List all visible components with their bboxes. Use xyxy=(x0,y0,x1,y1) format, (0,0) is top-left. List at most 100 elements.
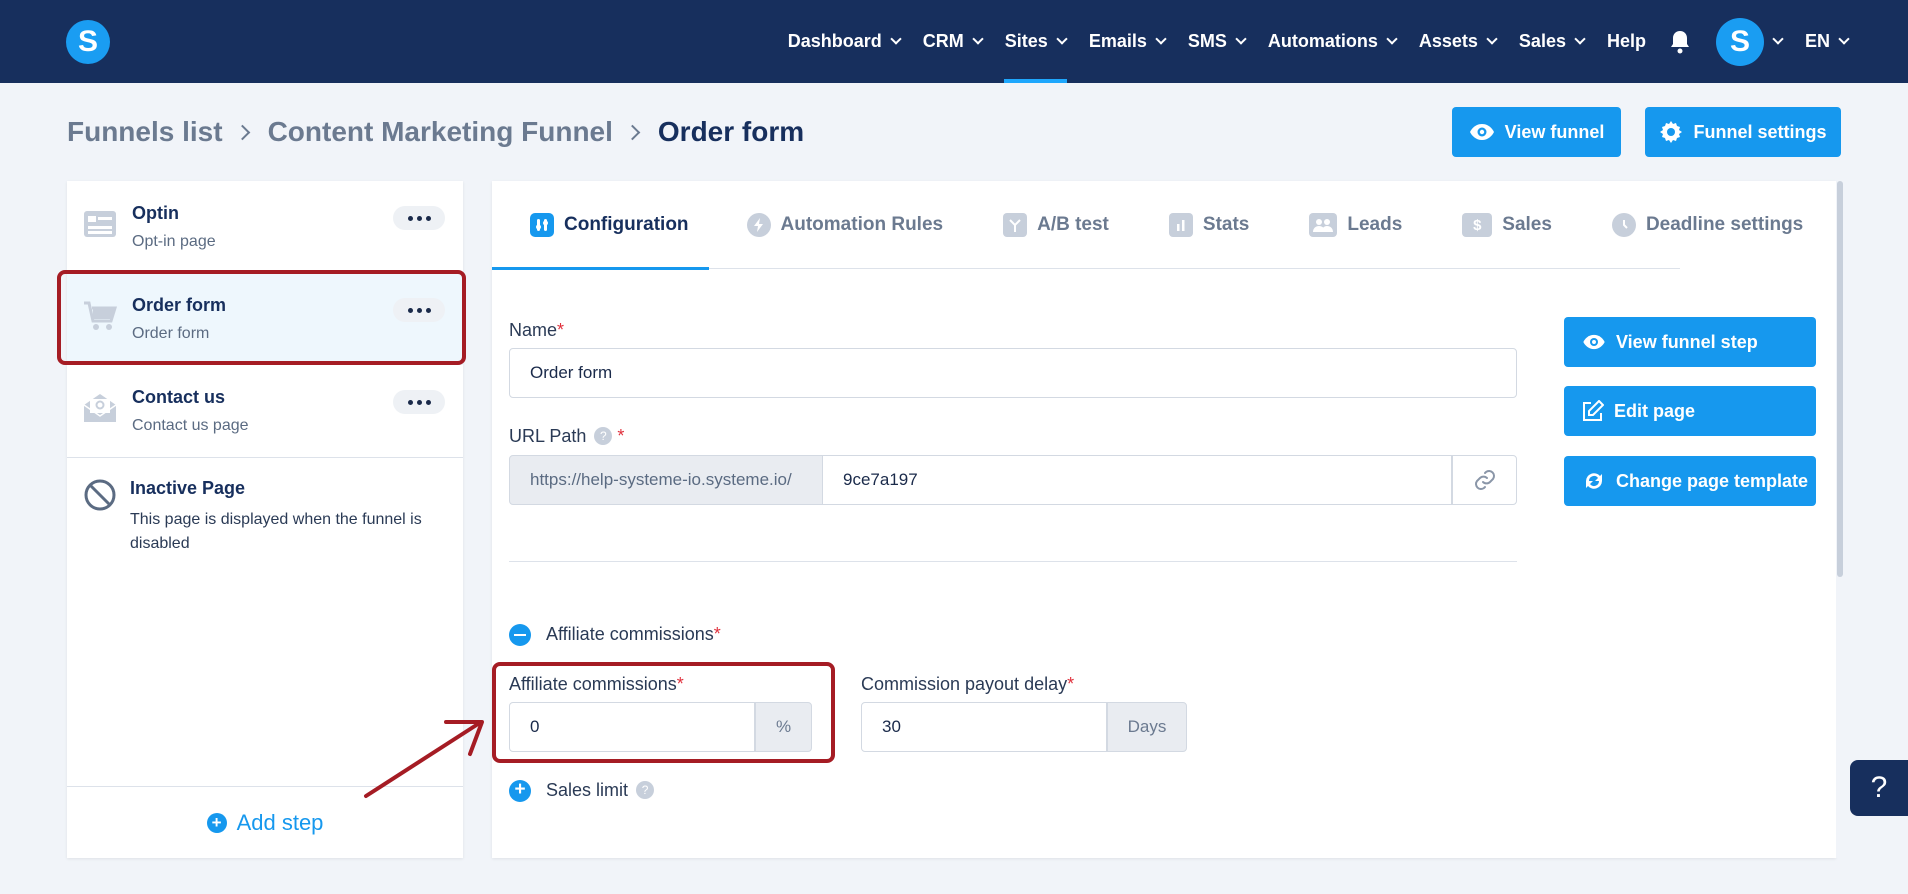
gear-icon xyxy=(1660,121,1683,143)
link-icon xyxy=(1474,470,1495,490)
clock-icon xyxy=(1611,213,1636,237)
link-button[interactable] xyxy=(1452,455,1517,505)
nav-sms[interactable]: SMS xyxy=(1187,0,1247,83)
breadcrumb-funnel[interactable]: Content Marketing Funnel xyxy=(268,116,613,148)
tab-label: Stats xyxy=(1202,214,1250,235)
nav-label: Automations xyxy=(1267,31,1378,51)
breadcrumb: Funnels list Content Marketing Funnel Or… xyxy=(67,116,804,148)
bolt-icon xyxy=(746,213,771,237)
name-input[interactable]: Order form xyxy=(509,348,1517,398)
step-title: Inactive Page xyxy=(130,478,246,498)
tab-bar: Configuration Automation Rules A/B test … xyxy=(492,181,1803,270)
help-button[interactable]: ? xyxy=(1850,760,1908,816)
chevron-down-icon[interactable] xyxy=(1772,33,1784,45)
chevron-down-icon xyxy=(1056,33,1068,45)
nav-dashboard[interactable]: Dashboard xyxy=(787,0,902,83)
tab-label: Deadline settings xyxy=(1645,214,1804,235)
users-icon xyxy=(1309,213,1338,237)
stats-icon xyxy=(1168,213,1193,237)
eye-icon xyxy=(1583,334,1605,350)
mail-icon xyxy=(83,394,117,422)
scrollbar[interactable] xyxy=(1836,181,1844,858)
collapse-icon[interactable] xyxy=(509,624,531,646)
nav-label: SMS xyxy=(1187,31,1227,51)
top-navigation: S Dashboard CRM Sites Emails SMS Automat… xyxy=(0,0,1908,83)
nav-assets[interactable]: Assets xyxy=(1418,0,1498,83)
divider xyxy=(509,561,1517,562)
chevron-down-icon xyxy=(1486,33,1498,45)
tab-deadline-settings[interactable]: Deadline settings xyxy=(1574,181,1825,269)
scrollbar-thumb[interactable] xyxy=(1837,181,1843,577)
button-label: Edit page xyxy=(1614,400,1696,421)
main-menu: Dashboard CRM Sites Emails SMS Automatio… xyxy=(765,0,1850,83)
step-description: This page is displayed when the funnel i… xyxy=(130,511,422,552)
nav-emails[interactable]: Emails xyxy=(1089,0,1167,83)
url-prefix: https://help-systeme-io.systeme.io/ xyxy=(509,455,823,505)
systeme-logo[interactable]: S xyxy=(66,20,110,64)
step-optin[interactable]: Optin Opt-in page xyxy=(67,181,463,273)
tab-sales[interactable]: $ Sales xyxy=(1424,181,1574,269)
tab-label: Sales xyxy=(1502,214,1552,235)
chevron-right-icon xyxy=(624,124,641,140)
url-path-label: URL Path? * xyxy=(509,426,625,446)
expand-icon[interactable] xyxy=(509,779,531,802)
highlight-annotation xyxy=(57,270,466,365)
help-icon[interactable]: ? xyxy=(636,781,655,799)
view-funnel-button[interactable]: View funnel xyxy=(1452,107,1621,157)
nav-sales[interactable]: Sales xyxy=(1519,0,1586,83)
payout-delay-label: Commission payout delay* xyxy=(861,674,1075,694)
language-label: EN xyxy=(1804,31,1830,51)
tab-label: Automation Rules xyxy=(780,214,944,235)
tab-ab-test[interactable]: A/B test xyxy=(965,181,1131,269)
chevron-down-icon xyxy=(1235,33,1247,45)
tab-configuration[interactable]: Configuration xyxy=(492,181,709,270)
edit-icon xyxy=(1583,400,1604,421)
button-label: Change page template xyxy=(1616,470,1809,491)
config-icon xyxy=(530,213,554,237)
chevron-right-icon xyxy=(234,124,250,140)
eye-icon xyxy=(1469,124,1494,140)
step-contact-us[interactable]: Contact us Contact us page xyxy=(67,365,463,457)
tab-label: Leads xyxy=(1347,214,1403,235)
change-page-template-button[interactable]: Change page template xyxy=(1564,456,1816,506)
tab-automation-rules[interactable]: Automation Rules xyxy=(709,181,966,269)
step-subtitle: Opt-in page xyxy=(132,233,216,250)
bell-icon[interactable] xyxy=(1669,30,1693,54)
step-title: Optin xyxy=(132,203,179,223)
dollar-icon: $ xyxy=(1462,213,1493,237)
edit-page-button[interactable]: Edit page xyxy=(1564,386,1816,436)
chevron-down-icon xyxy=(1386,33,1398,45)
nav-sites[interactable]: Sites xyxy=(1003,0,1068,83)
step-title: Contact us xyxy=(132,387,226,407)
sales-limit-label: Sales limit? xyxy=(546,780,655,801)
page-title: Order form xyxy=(657,116,805,147)
chevron-down-icon xyxy=(1838,33,1850,45)
more-options-button[interactable] xyxy=(393,390,445,414)
view-funnel-step-button[interactable]: View funnel step xyxy=(1564,317,1816,367)
chevron-down-icon xyxy=(1155,33,1167,45)
help-icon[interactable]: ? xyxy=(594,427,613,445)
tab-stats[interactable]: Stats xyxy=(1131,181,1271,269)
funnel-settings-label: Funnel settings xyxy=(1693,121,1827,142)
payout-delay-input[interactable]: 30 xyxy=(861,702,1107,752)
language-selector[interactable]: EN xyxy=(1804,0,1850,83)
step-subtitle: Contact us page xyxy=(132,417,249,434)
nav-automations[interactable]: Automations xyxy=(1267,0,1398,83)
more-options-button[interactable] xyxy=(393,206,445,230)
tab-leads[interactable]: Leads xyxy=(1271,181,1424,269)
nav-label: Dashboard xyxy=(787,31,882,51)
funnel-settings-button[interactable]: Funnel settings xyxy=(1645,107,1841,157)
form-page-icon xyxy=(84,211,116,237)
breadcrumb-funnels-list[interactable]: Funnels list xyxy=(67,116,223,148)
avatar[interactable]: S xyxy=(1715,17,1764,66)
button-label: View funnel step xyxy=(1616,331,1758,352)
add-step-label: Add step xyxy=(236,809,324,835)
nav-crm[interactable]: CRM xyxy=(923,0,984,83)
chevron-down-icon xyxy=(1574,33,1586,45)
nav-label: Assets xyxy=(1418,31,1478,51)
step-inactive-page[interactable]: Inactive Page This page is displayed whe… xyxy=(67,458,463,568)
chevron-down-icon xyxy=(890,33,902,45)
url-path-input[interactable]: 9ce7a197 xyxy=(823,455,1452,505)
name-label: Name* xyxy=(509,320,565,340)
nav-help[interactable]: Help xyxy=(1607,0,1646,83)
